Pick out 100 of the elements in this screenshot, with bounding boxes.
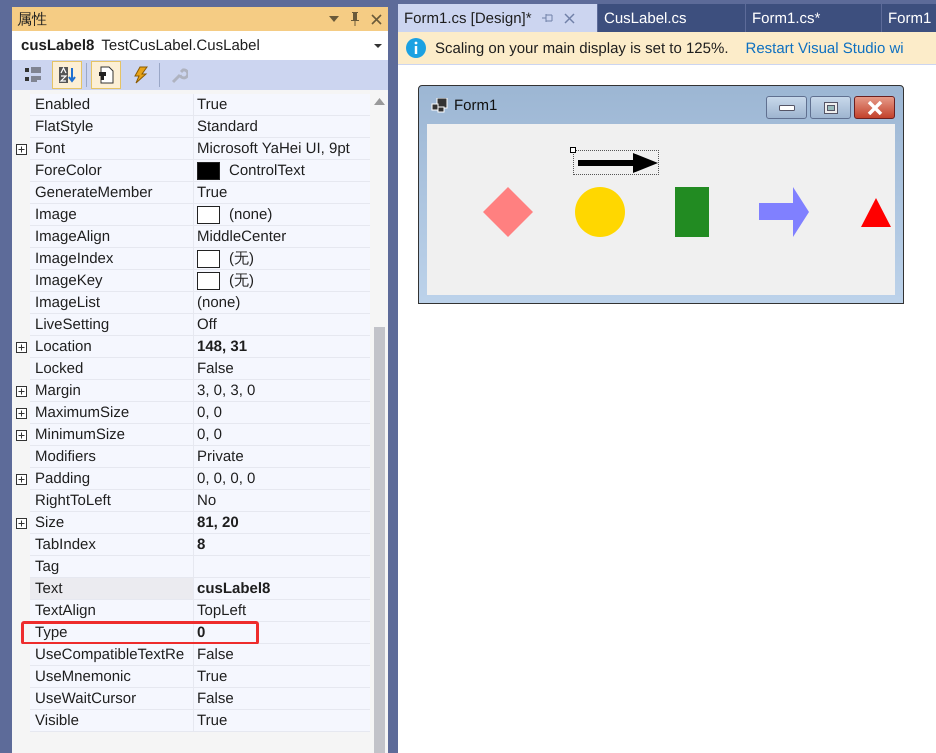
property-value: MiddleCenter <box>197 228 286 245</box>
info-message: Scaling on your main display is set to 125%. <box>435 40 728 56</box>
property-name: Modifiers <box>35 448 96 465</box>
maximize-button[interactable] <box>810 96 851 119</box>
property-value: (无) <box>229 271 254 290</box>
property-row[interactable]: TextAlign TopLeft <box>12 600 370 622</box>
close-icon[interactable] <box>371 14 382 24</box>
property-name: UseWaitCursor <box>35 690 136 707</box>
property-name: Location <box>35 338 92 355</box>
property-row[interactable]: Locked False <box>12 358 370 380</box>
property-name: UseCompatibleTextRe <box>35 646 184 663</box>
page-icon <box>97 66 115 84</box>
property-name: FlatStyle <box>35 118 94 135</box>
property-row[interactable]: ForeColor ControlText <box>12 160 370 182</box>
expand-icon[interactable] <box>16 342 26 352</box>
property-name: LiveSetting <box>35 316 110 333</box>
property-row[interactable]: TabIndex 8 <box>12 534 370 556</box>
expand-icon[interactable] <box>16 386 26 396</box>
property-row[interactable]: LiveSetting Off <box>12 314 370 336</box>
property-value: (none) <box>229 206 272 223</box>
property-row[interactable]: Text cusLabel8 <box>12 578 370 600</box>
pin-icon[interactable] <box>542 13 554 23</box>
expand-icon[interactable] <box>16 474 26 484</box>
minimize-icon <box>778 104 794 110</box>
restart-link[interactable]: Restart Visual Studio wi <box>746 40 904 56</box>
property-row[interactable]: Tag <box>12 556 370 578</box>
expand-icon[interactable] <box>16 430 26 440</box>
caret-icon <box>374 44 382 48</box>
wrench-icon <box>170 66 188 84</box>
property-value: No <box>197 492 216 509</box>
pin-icon[interactable] <box>350 12 360 26</box>
property-row[interactable]: Image (none) <box>12 204 370 226</box>
property-value: 148, 31 <box>197 338 248 355</box>
property-row[interactable]: Margin 3, 0, 3, 0 <box>12 380 370 402</box>
property-row[interactable]: Location 148, 31 <box>12 336 370 358</box>
property-value: 0, 0, 0, 0 <box>197 470 256 487</box>
property-value: Off <box>197 316 217 333</box>
property-row[interactable]: UseCompatibleTextRe False <box>12 644 370 666</box>
minimize-button[interactable] <box>766 96 807 119</box>
property-row[interactable]: ImageIndex (无) <box>12 248 370 270</box>
property-name: ImageIndex <box>35 250 114 267</box>
property-row[interactable]: Modifiers Private <box>12 446 370 468</box>
property-name: Type <box>35 624 68 641</box>
property-value: True <box>197 96 228 113</box>
property-row[interactable]: ImageAlign MiddleCenter <box>12 226 370 248</box>
property-name: UseMnemonic <box>35 668 131 685</box>
property-name: Margin <box>35 382 81 399</box>
property-value: 81, 20 <box>197 514 239 531</box>
property-value: ControlText <box>229 162 305 179</box>
scrollbar-thumb[interactable] <box>374 327 384 753</box>
property-value: 0, 0 <box>197 426 222 443</box>
property-name: ImageList <box>35 294 100 311</box>
property-row[interactable]: Font Microsoft YaHei UI, 9pt <box>12 138 370 160</box>
arrow-icon <box>576 152 658 172</box>
document-tab[interactable]: Form1.cs [Design]* <box>398 4 598 32</box>
form-icon <box>431 98 448 112</box>
property-row[interactable]: Padding 0, 0, 0, 0 <box>12 468 370 490</box>
property-row[interactable]: FlatStyle Standard <box>12 116 370 138</box>
property-value: False <box>197 646 234 663</box>
property-name: ForeColor <box>35 162 102 179</box>
property-row[interactable]: ImageList (none) <box>12 292 370 314</box>
property-value: 8 <box>197 536 206 553</box>
document-tab[interactable]: Form1 <box>882 4 936 32</box>
form-window[interactable]: Form1 <box>418 85 904 304</box>
expand-icon[interactable] <box>16 144 26 154</box>
expand-icon[interactable] <box>16 518 26 528</box>
expand-icon[interactable] <box>16 408 26 418</box>
property-name: MinimumSize <box>35 426 126 443</box>
object-selector[interactable]: cusLabel8 TestCusLabel.CusLabel <box>12 31 388 60</box>
property-row[interactable]: ImageKey (无) <box>12 270 370 292</box>
property-name: Padding <box>35 470 90 487</box>
property-value: (none) <box>197 294 240 311</box>
property-name: RightToLeft <box>35 492 111 509</box>
alphabetical-button[interactable] <box>52 61 82 89</box>
property-row[interactable]: RightToLeft No <box>12 490 370 512</box>
property-row[interactable]: MaximumSize 0, 0 <box>12 402 370 424</box>
property-row[interactable]: Visible True <box>12 710 370 732</box>
property-value: TopLeft <box>197 602 246 619</box>
property-row[interactable]: Enabled True <box>12 94 370 116</box>
property-row[interactable]: UseMnemonic True <box>12 666 370 688</box>
resize-handle[interactable] <box>570 147 576 153</box>
property-row[interactable]: UseWaitCursor False <box>12 688 370 710</box>
dropdown-icon[interactable] <box>329 16 339 22</box>
document-tab[interactable]: Form1.cs* <box>746 4 882 32</box>
close-button[interactable] <box>854 96 895 119</box>
property-name: ImageKey <box>35 272 103 289</box>
property-row[interactable]: MinimumSize 0, 0 <box>12 424 370 446</box>
property-name: TextAlign <box>35 602 96 619</box>
scroll-up-icon[interactable] <box>374 98 384 105</box>
property-name: Locked <box>35 360 84 377</box>
selected-label[interactable] <box>573 150 659 175</box>
close-icon[interactable] <box>564 12 575 24</box>
property-row[interactable]: Type 0 <box>12 622 370 644</box>
properties-button[interactable] <box>91 61 121 89</box>
property-row[interactable]: GenerateMember True <box>12 182 370 204</box>
close-icon <box>866 100 882 114</box>
property-name: Tag <box>35 558 60 575</box>
form-title: Form1 <box>454 96 498 114</box>
document-tab[interactable]: CusLabel.cs <box>598 4 746 32</box>
property-row[interactable]: Size 81, 20 <box>12 512 370 534</box>
